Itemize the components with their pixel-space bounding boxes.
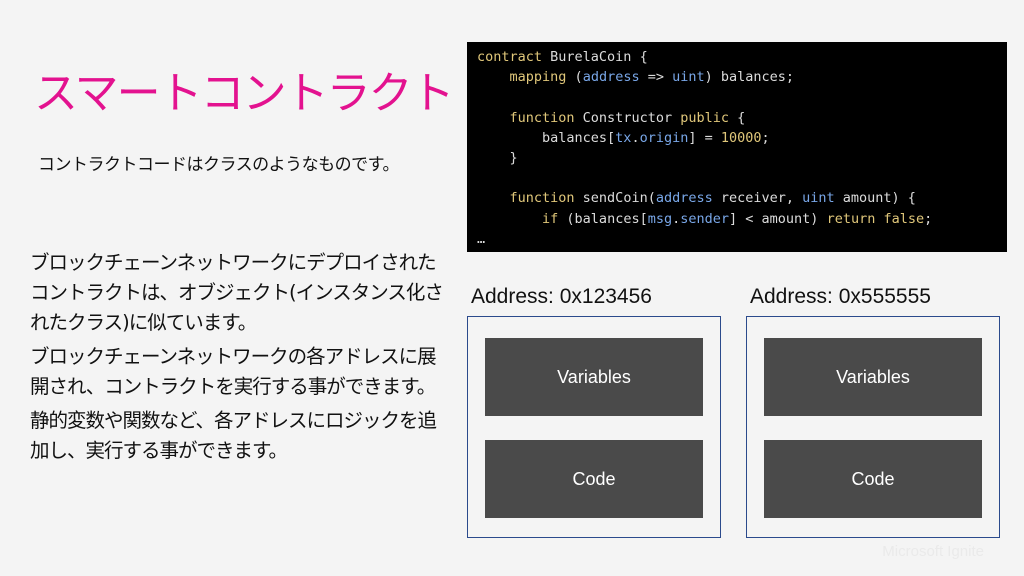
code-line: balances[tx.origin] = 10000;	[477, 129, 770, 146]
variables-block: Variables	[485, 338, 703, 416]
slide-title: スマートコントラクト	[34, 68, 455, 119]
code-block: Code	[485, 440, 703, 518]
bullet-item: ブロックチェーンネットワークの各アドレスに展開され、コントラクトを実行する事がで…	[30, 345, 437, 398]
code-line: function sendCoin(address receiver, uint…	[509, 190, 916, 207]
watermark: Microsoft Ignite	[882, 543, 984, 560]
code-snippet: contract BurelaCoin { mapping (address =…	[467, 42, 1007, 252]
address-label-2: Address: 0x555555	[750, 285, 931, 308]
code-line: if (balances[msg.sender] < amount) retur…	[542, 210, 933, 227]
code-line: }	[477, 150, 518, 167]
variables-block: Variables	[764, 338, 982, 416]
code-block: Code	[764, 440, 982, 518]
address-box-1: Variables Code	[467, 316, 721, 538]
code-line: mapping (address => uint) balances;	[509, 69, 795, 86]
address-label-1: Address: 0x123456	[471, 285, 652, 308]
bullet-list: ブロックチェーンネットワークにデプロイされたコントラクトは、オブジェクト(インス…	[30, 248, 450, 470]
code-line: …	[477, 230, 486, 247]
address-box-2: Variables Code	[746, 316, 1000, 538]
bullet-item: 静的変数や関数など、各アドレスにロジックを追加し、実行する事ができます。	[30, 409, 437, 462]
bullet-item: ブロックチェーンネットワークにデプロイされたコントラクトは、オブジェクト(インス…	[30, 251, 444, 334]
code-line: function Constructor public {	[509, 109, 746, 126]
code-line: contract BurelaCoin {	[477, 49, 648, 65]
slide-subtitle: コントラクトコードはクラスのようなものです。	[38, 155, 399, 175]
